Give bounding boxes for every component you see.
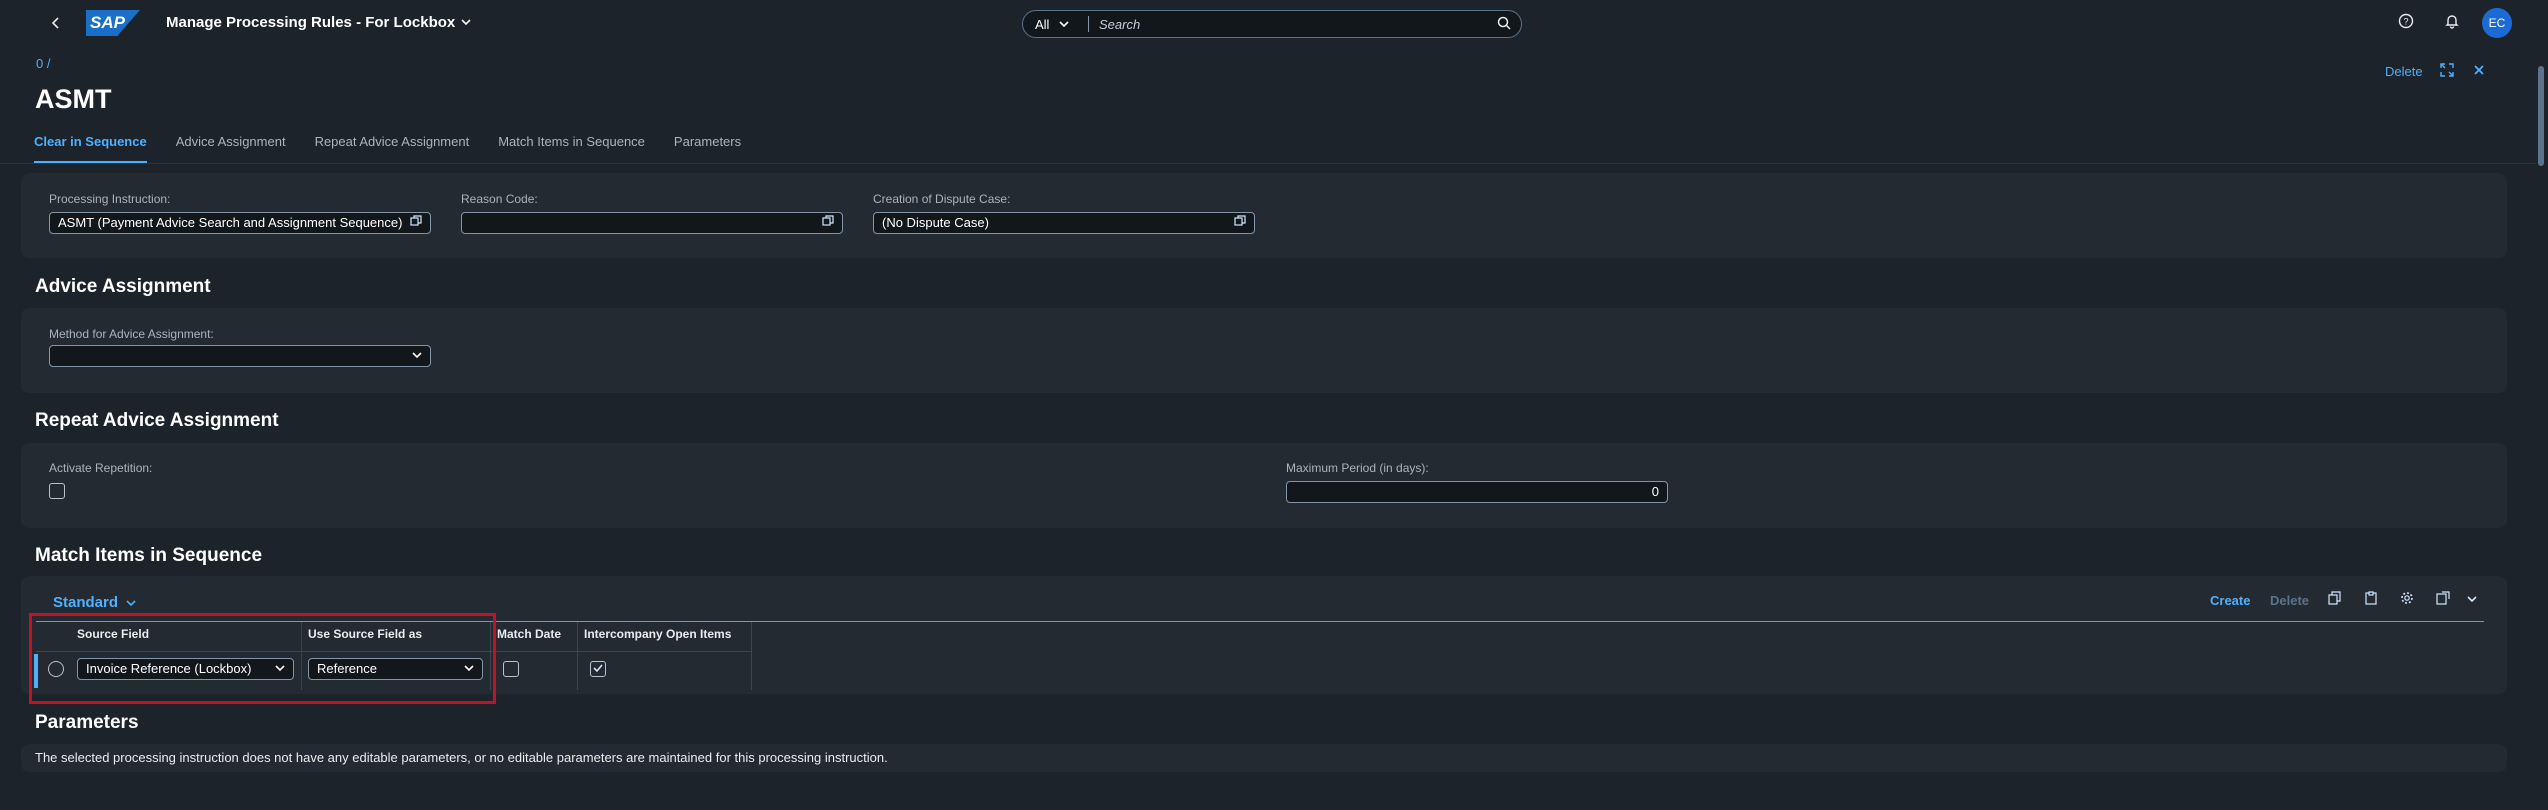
paste-icon[interactable] bbox=[2361, 591, 2381, 608]
processing-instruction-field[interactable]: ASMT (Payment Advice Search and Assignme… bbox=[49, 212, 431, 234]
column-separator bbox=[577, 622, 578, 690]
table-delete-button[interactable]: Delete bbox=[2270, 593, 2309, 608]
search-field: All bbox=[1022, 10, 1522, 38]
processing-instruction-label: Processing Instruction: bbox=[49, 192, 171, 206]
app-title-menu[interactable]: Manage Processing Rules - For Lockbox bbox=[166, 14, 471, 31]
chevron-down-icon bbox=[412, 346, 422, 366]
activate-repetition-label: Activate Repetition: bbox=[49, 461, 153, 475]
fullscreen-icon[interactable] bbox=[2440, 63, 2454, 80]
scrollbar-thumb[interactable] bbox=[2538, 66, 2544, 166]
reason-code-field[interactable] bbox=[461, 212, 843, 234]
header-delete-button[interactable]: Delete bbox=[2385, 64, 2423, 79]
activate-repetition-checkbox[interactable] bbox=[49, 483, 65, 499]
chevron-down-icon bbox=[126, 599, 136, 606]
search-scope-label: All bbox=[1035, 16, 1050, 32]
export-menu-chevron-down-icon[interactable] bbox=[2462, 591, 2482, 607]
tab-advice-assignment[interactable]: Advice Assignment bbox=[176, 134, 286, 164]
shell-bar: SAP Manage Processing Rules - For Lockbo… bbox=[0, 0, 2548, 46]
search-icon[interactable] bbox=[1487, 16, 1521, 33]
value-help-icon[interactable] bbox=[410, 213, 422, 233]
max-period-label: Maximum Period (in days): bbox=[1286, 461, 1429, 475]
tab-match-items-in-sequence[interactable]: Match Items in Sequence bbox=[498, 134, 645, 164]
close-icon[interactable] bbox=[2472, 63, 2486, 80]
sap-logo[interactable]: SAP bbox=[86, 10, 140, 36]
intercompany-checkbox[interactable] bbox=[590, 661, 606, 677]
max-period-input[interactable]: 0 bbox=[1286, 481, 1668, 503]
repeat-advice-assignment-title: Repeat Advice Assignment bbox=[35, 410, 279, 431]
copy-icon[interactable] bbox=[2325, 591, 2345, 608]
advice-method-select[interactable] bbox=[49, 345, 431, 367]
app-title: Manage Processing Rules - For Lockbox bbox=[166, 14, 456, 31]
advice-assignment-title: Advice Assignment bbox=[35, 276, 211, 297]
svg-text:?: ? bbox=[2403, 17, 2408, 27]
tab-repeat-advice-assignment[interactable]: Repeat Advice Assignment bbox=[315, 134, 470, 164]
search-scope-select[interactable]: All bbox=[1023, 16, 1089, 32]
reason-code-label: Reason Code: bbox=[461, 192, 538, 206]
tab-parameters[interactable]: Parameters bbox=[674, 134, 741, 164]
max-period-value: 0 bbox=[1651, 484, 1659, 499]
breadcrumb[interactable]: 0 / bbox=[36, 56, 50, 71]
avatar[interactable]: EC bbox=[2482, 8, 2512, 38]
export-icon[interactable] bbox=[2433, 591, 2453, 608]
dispute-case-field[interactable]: (No Dispute Case) bbox=[873, 212, 1255, 234]
match-items-title: Match Items in Sequence bbox=[35, 545, 263, 566]
section-tabs: Clear in Sequence Advice Assignment Repe… bbox=[34, 134, 741, 164]
column-match-date: Match Date bbox=[497, 627, 562, 641]
chevron-down-icon bbox=[461, 16, 471, 30]
value-help-icon[interactable] bbox=[822, 213, 834, 233]
repeat-advice-assignment-panel bbox=[21, 443, 2507, 528]
processing-instruction-value: ASMT (Payment Advice Search and Assignme… bbox=[58, 215, 403, 230]
variant-label: Standard bbox=[53, 594, 119, 611]
chevron-down-icon bbox=[1059, 21, 1070, 28]
gear-icon[interactable] bbox=[2397, 591, 2417, 608]
parameters-message: The selected processing instruction does… bbox=[35, 750, 888, 765]
parameters-title: Parameters bbox=[35, 712, 139, 733]
advice-method-label: Method for Advice Assignment: bbox=[49, 327, 214, 341]
dispute-case-value: (No Dispute Case) bbox=[882, 215, 989, 230]
chevron-left-icon[interactable] bbox=[44, 11, 68, 35]
column-separator bbox=[751, 622, 752, 690]
value-help-icon[interactable] bbox=[1234, 213, 1246, 233]
dispute-case-label: Creation of Dispute Case: bbox=[873, 192, 1011, 206]
header-divider bbox=[0, 163, 2536, 164]
search-input[interactable] bbox=[1089, 16, 1487, 32]
variant-select[interactable]: Standard bbox=[53, 594, 136, 611]
column-intercompany-open-items: Intercompany Open Items bbox=[584, 627, 732, 641]
match-date-checkbox[interactable] bbox=[503, 661, 519, 677]
create-button[interactable]: Create bbox=[2210, 593, 2250, 608]
tab-clear-in-sequence[interactable]: Clear in Sequence bbox=[34, 134, 147, 164]
checkmark-icon bbox=[593, 664, 603, 673]
bell-icon[interactable] bbox=[2442, 13, 2462, 33]
help-icon[interactable]: ? bbox=[2396, 13, 2416, 33]
page-title: ASMT bbox=[35, 84, 112, 114]
annotation-highlight-box bbox=[29, 613, 496, 704]
